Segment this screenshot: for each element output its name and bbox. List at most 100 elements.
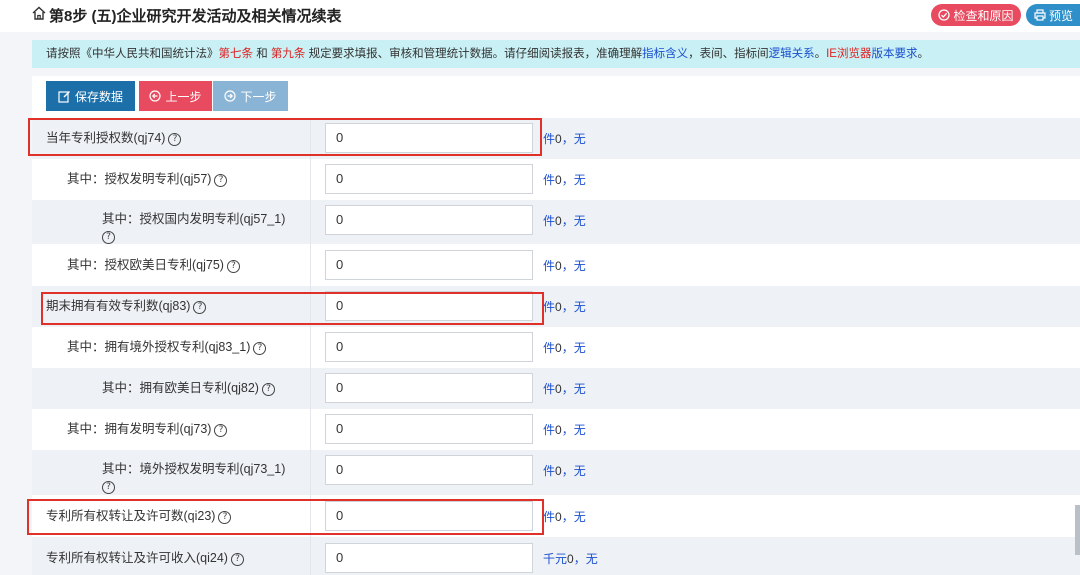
version-requirement-link[interactable]: 版本要求 — [871, 48, 917, 60]
label-cell: 当年专利授权数(qj74)? — [32, 118, 311, 159]
help-icon[interactable]: ? — [193, 301, 207, 314]
qj75-input[interactable]: 0 — [325, 250, 533, 280]
unit-status: ，无 — [561, 259, 586, 273]
help-icon[interactable]: ? — [214, 424, 228, 437]
field-label: 当年专利授权数(qj74)? — [46, 130, 182, 147]
check-and-reason-button[interactable]: 检查和原因 — [931, 4, 1021, 26]
qj73-1-input[interactable]: 0 — [325, 455, 533, 485]
unit-prev-value: 0 — [555, 300, 562, 314]
unit-prev-value: 0 — [555, 259, 562, 273]
unit-status: ，无 — [561, 173, 586, 187]
field-label-text: 其中：拥有境外授权专利(qj83_1) — [67, 340, 251, 354]
field-label-text: 其中：授权国内发明专利(qj57_1) — [102, 212, 286, 226]
notice-text: 。 — [917, 48, 929, 60]
logic-relation-link[interactable]: 逻辑关系 — [769, 48, 815, 60]
unit-status: ，无 — [561, 132, 586, 146]
help-icon[interactable]: ? — [261, 383, 275, 396]
form-row: 其中：授权欧美日专利(qj75)? 0 件0，无 — [32, 244, 1080, 286]
unit-note: 件0，无 — [543, 380, 586, 397]
form-row: 期末拥有有效专利数(qj83)? 0 件0，无 — [32, 286, 1080, 327]
help-icon[interactable]: ? — [253, 342, 267, 355]
unit-status: ，无 — [561, 214, 586, 228]
unit-text: 千元 — [543, 552, 568, 566]
unit-prev-value: 0 — [555, 173, 562, 187]
unit-note: 件0，无 — [543, 257, 586, 274]
help-icon[interactable]: ? — [214, 174, 228, 187]
field-label-text: 其中：境外授权发明专利(qj73_1) — [102, 462, 286, 476]
form-row: 其中：拥有境外授权专利(qj83_1)? 0 件0，无 — [32, 327, 1080, 368]
field-label-text: 当年专利授权数(qj74) — [46, 131, 166, 145]
notice-text: 规定要求填报、审核和管理统计数据。请仔细阅读报表，准确理解 — [305, 48, 643, 60]
help-icon[interactable]: ? — [230, 553, 244, 566]
scrollbar-thumb[interactable] — [1075, 505, 1080, 555]
qj82-input[interactable]: 0 — [325, 373, 533, 403]
unit-prev-value: 0 — [555, 132, 562, 146]
previous-step-button[interactable]: 上一步 — [139, 81, 212, 111]
form-row: 其中：拥有发明专利(qj73)? 0 件0，无 — [32, 409, 1080, 450]
unit-text: 件 — [543, 132, 556, 146]
form-row: 当年专利授权数(qj74)? 0 件0，无 — [32, 118, 1080, 159]
preview-label: 预览 — [1049, 8, 1074, 23]
home-icon[interactable] — [31, 5, 47, 21]
label-cell: 其中：拥有发明专利(qj73)? — [32, 409, 311, 450]
unit-text: 件 — [543, 300, 556, 314]
unit-prev-value: 0 — [555, 214, 562, 228]
field-label: 期末拥有有效专利数(qj83)? — [46, 298, 207, 315]
previous-step-label: 上一步 — [165, 89, 202, 104]
qj57-input[interactable]: 0 — [325, 164, 533, 194]
unit-status: ，无 — [573, 552, 598, 566]
arrow-right-circle-icon — [224, 90, 237, 102]
unit-text: 件 — [543, 423, 556, 437]
help-icon[interactable]: ? — [102, 481, 115, 494]
notice-text: 和 — [253, 48, 271, 60]
help-icon[interactable]: ? — [226, 260, 240, 273]
print-icon — [1034, 9, 1046, 21]
unit-prev-value: 0 — [555, 423, 562, 437]
edit-icon — [58, 90, 70, 103]
law-article-9-link[interactable]: 第九条 — [271, 48, 306, 60]
help-icon[interactable]: ? — [102, 231, 115, 244]
form-toolbar: 保存数据 上一步 下一步 — [32, 76, 1080, 118]
unit-text: 件 — [543, 341, 556, 355]
ie-browser-link[interactable]: IE浏览器 — [826, 48, 871, 60]
page-header: 第8步 (五)企业研究开发活动及相关情况续表 检查和原因 预览 — [0, 0, 1080, 32]
field-label-text: 其中：拥有发明专利(qj73) — [67, 422, 212, 436]
unit-note: 千元0，无 — [543, 550, 598, 567]
unit-text: 件 — [543, 259, 556, 273]
save-data-button[interactable]: 保存数据 — [46, 81, 135, 111]
qj73-input[interactable]: 0 — [325, 414, 533, 444]
unit-note: 件0，无 — [543, 212, 586, 229]
form-row: 其中：境外授权发明专利(qj73_1)? 0 件0，无 — [32, 450, 1080, 495]
field-label-text: 其中：授权发明专利(qj57) — [67, 172, 212, 186]
next-step-button[interactable]: 下一步 — [213, 81, 288, 111]
qj74-input[interactable]: 0 — [325, 123, 533, 153]
form-row: 其中：授权国内发明专利(qj57_1)? 0 件0，无 — [32, 200, 1080, 244]
qj83-input[interactable]: 0 — [325, 291, 533, 321]
qi24-input[interactable]: 0 — [325, 543, 533, 573]
preview-button[interactable]: 预览 — [1026, 4, 1080, 26]
field-label: 专利所有权转让及许可数(qi23)? — [46, 508, 232, 525]
help-icon[interactable]: ? — [168, 133, 182, 146]
field-label-text: 其中：授权欧美日专利(qj75) — [67, 258, 224, 272]
save-data-label: 保存数据 — [74, 89, 123, 104]
field-label-text: 专利所有权转让及许可数(qi23) — [46, 509, 216, 523]
unit-status: ，无 — [561, 341, 586, 355]
unit-note: 件0，无 — [543, 462, 586, 479]
unit-prev-value: 0 — [555, 510, 562, 524]
qj83-1-input[interactable]: 0 — [325, 332, 533, 362]
label-cell: 其中：授权欧美日专利(qj75)? — [32, 244, 311, 286]
qj57-1-input[interactable]: 0 — [325, 205, 533, 235]
indicator-meaning-link[interactable]: 指标含义 — [642, 48, 688, 60]
label-cell: 专利所有权转让及许可收入(qi24)? — [32, 537, 311, 575]
unit-text: 件 — [543, 214, 556, 228]
help-icon[interactable]: ? — [218, 511, 232, 524]
label-cell: 其中：授权发明专利(qj57)? — [32, 159, 311, 200]
unit-text: 件 — [543, 382, 556, 396]
law-article-7-link[interactable]: 第七条 — [219, 48, 254, 60]
unit-note: 件0，无 — [543, 171, 586, 188]
unit-note: 件0，无 — [543, 298, 586, 315]
instruction-notice: 请按照《中华人民共和国统计法》第七条 和 第九条 规定要求填报、审核和管理统计数… — [32, 40, 1080, 68]
qi23-input[interactable]: 0 — [325, 501, 533, 531]
unit-status: ，无 — [561, 464, 586, 478]
field-label: 其中：拥有境外授权专利(qj83_1)? — [67, 339, 267, 356]
